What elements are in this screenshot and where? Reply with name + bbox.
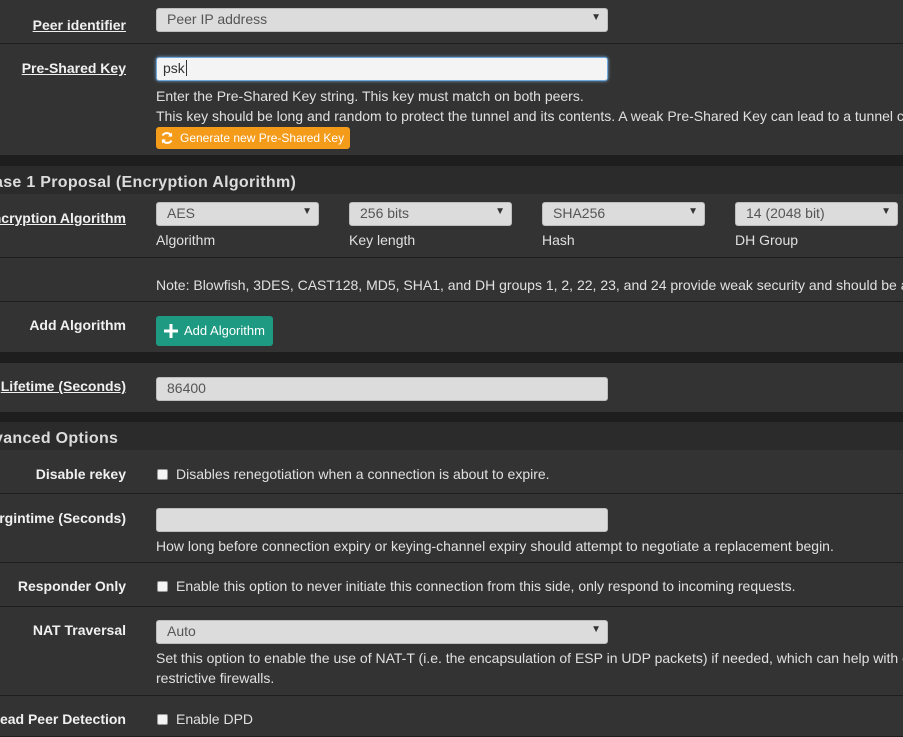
- pre-shared-key-label: Pre-Shared Key: [21, 60, 126, 76]
- peer-identifier-select[interactable]: Peer IP address ▼: [156, 8, 608, 32]
- responder-only-row: Responder Only Enable this option to nev…: [0, 563, 903, 607]
- responder-only-text: Enable this option to never initiate thi…: [176, 578, 796, 594]
- pre-shared-key-value: psk: [163, 60, 185, 76]
- phase1-proposal-title: ase 1 Proposal (Encryption Algorithm): [0, 174, 297, 191]
- nat-traversal-help-1: Set this option to enable the use of NAT…: [156, 650, 903, 666]
- add-algorithm-button[interactable]: Add Algorithm: [156, 316, 273, 346]
- nat-traversal-select[interactable]: Auto ▼: [156, 620, 608, 644]
- dead-peer-detection-row: Dead Peer Detection Enable DPD: [0, 696, 903, 737]
- pre-shared-key-help-2: This key should be long and random to pr…: [156, 108, 903, 124]
- generate-psk-label: Generate new Pre-Shared Key: [180, 131, 345, 145]
- weak-security-note: Note: Blowfish, 3DES, CAST128, MD5, SHA1…: [156, 277, 903, 293]
- chevron-down-icon: ▼: [688, 206, 698, 217]
- algorithm-value: AES: [167, 205, 196, 221]
- chevron-down-icon: ▼: [881, 206, 891, 217]
- refresh-icon: [161, 132, 173, 144]
- pre-shared-key-help-1: Enter the Pre-Shared Key string. This ke…: [156, 88, 584, 104]
- disable-rekey-label: Disable rekey: [35, 466, 126, 482]
- lifetime-value: 86400: [167, 380, 206, 396]
- disable-rekey-text: Disables renegotiation when a connection…: [176, 466, 550, 482]
- plus-icon: [164, 324, 178, 338]
- algorithm-caption: Algorithm: [156, 232, 216, 248]
- nat-traversal-value: Auto: [167, 623, 196, 639]
- disable-rekey-row: Disable rekey Disables renegotiation whe…: [0, 450, 903, 494]
- peer-identifier-label: Peer identifier: [32, 17, 126, 33]
- lifetime-label: Lifetime (Seconds): [0, 378, 126, 394]
- dh-group-caption: DH Group: [735, 232, 799, 248]
- dpd-checkbox[interactable]: [157, 714, 168, 725]
- lifetime-row: Lifetime (Seconds) 86400: [0, 363, 903, 413]
- pre-shared-key-input[interactable]: psk: [156, 57, 608, 81]
- margintime-help: How long before connection expiry or key…: [156, 538, 834, 554]
- key-length-select[interactable]: 256 bits ▼: [349, 202, 512, 226]
- algorithm-select[interactable]: AES ▼: [156, 202, 319, 226]
- chevron-down-icon: ▼: [495, 206, 505, 217]
- hash-select[interactable]: SHA256 ▼: [542, 202, 705, 226]
- key-length-value: 256 bits: [360, 205, 410, 221]
- hash-value: SHA256: [553, 205, 606, 221]
- peer-identifier-value: Peer IP address: [167, 11, 268, 27]
- encryption-algorithm-row: ncryption Algorithm AES ▼ Algorithm 256 …: [0, 194, 903, 258]
- disable-rekey-checkbox[interactable]: [157, 469, 168, 480]
- dead-peer-detection-label: Dead Peer Detection: [0, 711, 126, 727]
- margintime-input[interactable]: [156, 508, 608, 532]
- responder-only-label: Responder Only: [17, 578, 126, 594]
- responder-only-checkbox[interactable]: [157, 581, 168, 592]
- phase1-proposal-header: ase 1 Proposal (Encryption Algorithm): [0, 166, 903, 195]
- hash-caption: Hash: [542, 232, 575, 248]
- nat-traversal-row: NAT Traversal Auto ▼ Set this option to …: [0, 607, 903, 696]
- weak-security-note-row: Note: Blowfish, 3DES, CAST128, MD5, SHA1…: [0, 258, 903, 302]
- advanced-options-header: vanced Options: [0, 422, 903, 451]
- generate-psk-button[interactable]: Generate new Pre-Shared Key: [156, 127, 351, 149]
- peer-identifier-row: Peer identifier Peer IP address ▼: [0, 0, 903, 44]
- nat-traversal-help-2: restrictive firewalls.: [156, 670, 275, 686]
- add-algorithm-label: Add Algorithm: [29, 317, 126, 333]
- nat-traversal-label: NAT Traversal: [32, 622, 126, 638]
- margintime-label: argintime (Seconds): [0, 510, 126, 526]
- lifetime-input[interactable]: 86400: [156, 377, 608, 401]
- chevron-down-icon: ▼: [591, 12, 601, 23]
- chevron-down-icon: ▼: [302, 206, 312, 217]
- advanced-options-title: vanced Options: [0, 430, 119, 447]
- encryption-algorithm-label: ncryption Algorithm: [0, 210, 126, 226]
- add-algorithm-button-label: Add Algorithm: [184, 323, 265, 338]
- dh-group-select[interactable]: 14 (2048 bit) ▼: [735, 202, 898, 226]
- pre-shared-key-row: Pre-Shared Key psk Enter the Pre-Shared …: [0, 44, 903, 156]
- add-algorithm-row: Add Algorithm Add Algorithm: [0, 302, 903, 353]
- dh-group-value: 14 (2048 bit): [746, 205, 825, 221]
- dpd-text: Enable DPD: [176, 711, 254, 727]
- margintime-row: argintime (Seconds) How long before conn…: [0, 494, 903, 563]
- chevron-down-icon: ▼: [591, 624, 601, 635]
- key-length-caption: Key length: [349, 232, 416, 248]
